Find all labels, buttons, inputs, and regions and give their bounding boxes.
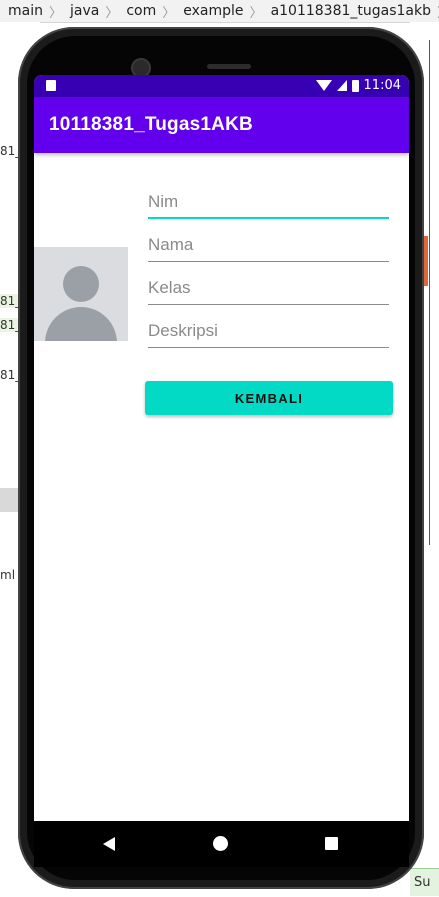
breadcrumb-separator: 〉 xyxy=(48,5,62,21)
status-time: 11:04 xyxy=(363,78,401,93)
app-bar: 10118381_Tugas1AKB xyxy=(34,97,409,153)
breadcrumb-main[interactable]: main xyxy=(0,3,49,19)
nama-input[interactable] xyxy=(148,232,389,258)
battery-icon xyxy=(351,79,359,92)
navigation-bar xyxy=(34,821,409,867)
nama-underline xyxy=(148,261,389,262)
kembali-button[interactable]: KEMBALI xyxy=(145,381,393,415)
deskripsi-underline xyxy=(148,347,389,348)
breadcrumb-example[interactable]: example xyxy=(175,3,249,19)
ide-breadcrumb-bar: main 〉 java 〉 com 〉 example 〉 a10118381_tuga… xyxy=(0,0,439,23)
deskripsi-field xyxy=(148,318,389,348)
app-title: 10118381_Tugas1AKB xyxy=(49,114,253,135)
breadcrumb-separator: 〉 xyxy=(105,5,119,21)
signal-icon xyxy=(336,80,347,91)
breadcrumb-separator: 〉 xyxy=(249,5,263,21)
kelas-underline xyxy=(148,304,389,305)
speaker-grille xyxy=(207,64,251,69)
back-icon[interactable] xyxy=(103,837,115,851)
person-icon xyxy=(63,266,99,302)
code-fragment: ml xyxy=(0,568,16,582)
breadcrumb-java[interactable]: java xyxy=(62,3,105,19)
device-screen: 11:04 10118381_Tugas1AKB KEMBALI xyxy=(34,75,409,821)
status-bar: 11:04 xyxy=(34,75,409,97)
breadcrumb-package[interactable]: a10118381_tugas1akb xyxy=(263,3,437,19)
ide-right-panel-border xyxy=(429,40,439,545)
person-body-icon xyxy=(45,307,117,341)
kelas-field xyxy=(148,275,389,305)
nim-input[interactable] xyxy=(148,189,389,215)
deskripsi-input[interactable] xyxy=(148,318,389,344)
home-icon[interactable] xyxy=(213,836,228,851)
profile-avatar xyxy=(34,247,128,341)
notification-icon xyxy=(46,80,56,91)
nama-field xyxy=(148,232,389,262)
ide-marker xyxy=(424,236,428,286)
breadcrumb-separator: 〉 xyxy=(162,5,176,21)
wifi-icon xyxy=(315,80,332,91)
nim-underline xyxy=(148,217,389,219)
status-icons: 11:04 xyxy=(315,78,401,93)
breadcrumb-com[interactable]: com xyxy=(118,3,162,19)
ide-bottom-tab[interactable]: Su xyxy=(410,868,439,896)
nim-field xyxy=(148,189,389,219)
kelas-input[interactable] xyxy=(148,275,389,301)
recent-apps-icon[interactable] xyxy=(325,837,338,850)
